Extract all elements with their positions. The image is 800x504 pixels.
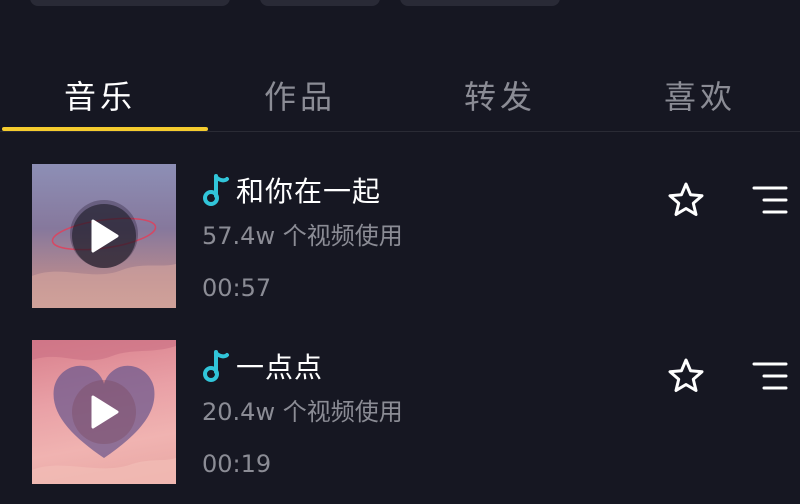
play-button[interactable]: [72, 204, 136, 268]
usage-count: 20.4w 个视频使用: [202, 398, 403, 426]
song-duration: 00:19: [202, 450, 272, 478]
favorite-button[interactable]: [666, 180, 706, 220]
cropped-header: [0, 0, 800, 14]
music-tab-page: 音乐 作品 转发 喜欢 和你在一起 57.4w 个视频使用 00:57 一点点 …: [0, 0, 800, 504]
tab-music[interactable]: 音乐: [0, 56, 200, 132]
profile-tabs: 音乐 作品 转发 喜欢: [0, 56, 800, 132]
star-icon: [668, 358, 704, 392]
star-icon: [668, 182, 704, 216]
song-title-text: 一点点: [236, 351, 324, 384]
music-note-icon: [203, 350, 229, 382]
song-duration: 00:57: [202, 274, 272, 302]
song-row[interactable]: 一点点 20.4w 个视频使用 00:19: [0, 340, 800, 490]
play-button[interactable]: [72, 380, 136, 444]
play-icon: [91, 219, 119, 253]
tab-likes[interactable]: 喜欢: [600, 56, 800, 132]
song-cover[interactable]: [32, 340, 176, 484]
usage-count: 57.4w 个视频使用: [202, 222, 403, 250]
favorite-button[interactable]: [666, 356, 706, 396]
song-title: 一点点: [200, 346, 323, 386]
song-info: 和你在一起 57.4w 个视频使用 00:57: [200, 164, 640, 308]
playlist-icon: [752, 186, 788, 214]
add-to-playlist-button[interactable]: [750, 358, 790, 394]
song-info: 一点点 20.4w 个视频使用 00:19: [200, 340, 640, 484]
tabs-divider: [0, 131, 800, 132]
tab-works[interactable]: 作品: [200, 56, 400, 132]
song-title-text: 和你在一起: [236, 175, 382, 208]
tab-reposts[interactable]: 转发: [400, 56, 600, 132]
playlist-icon: [752, 362, 788, 390]
play-icon: [91, 395, 119, 429]
add-to-playlist-button[interactable]: [750, 182, 790, 218]
song-cover[interactable]: [32, 164, 176, 308]
song-title: 和你在一起: [200, 170, 381, 210]
music-note-icon: [203, 174, 229, 206]
song-row[interactable]: 和你在一起 57.4w 个视频使用 00:57: [0, 164, 800, 314]
